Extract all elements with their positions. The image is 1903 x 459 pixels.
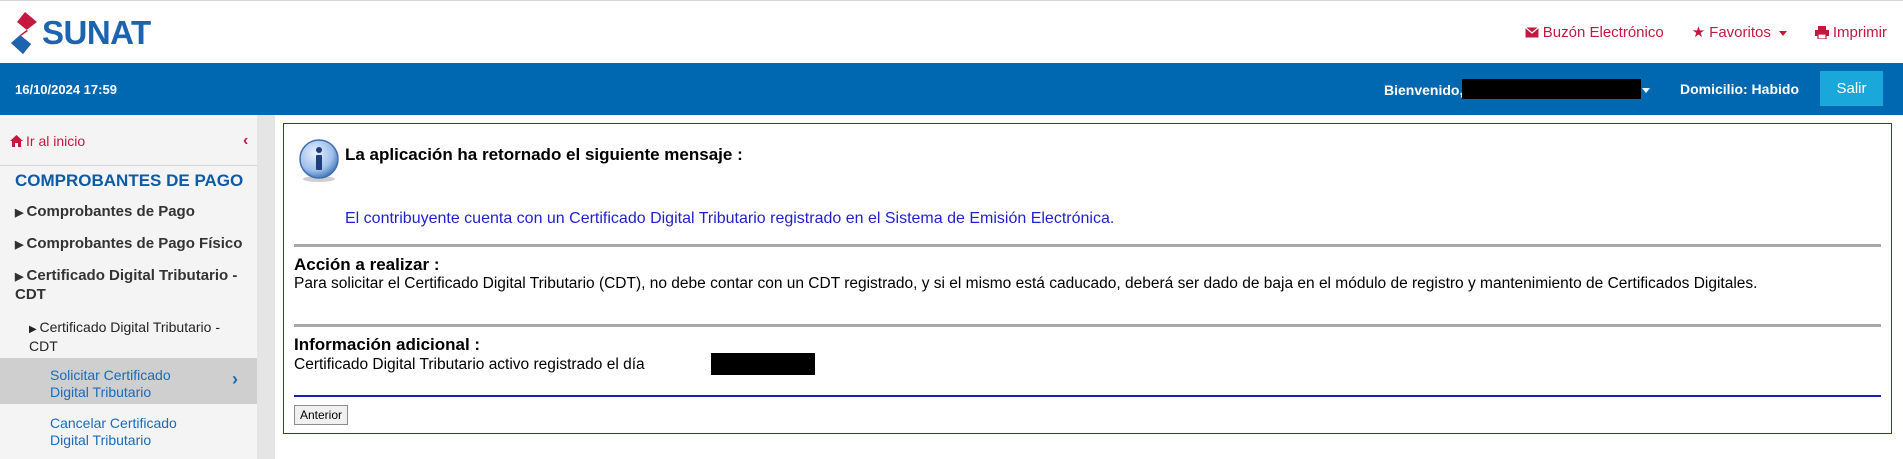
envelope-icon [1524,26,1539,37]
message-panel: La aplicación ha retornado el siguiente … [283,123,1892,434]
top-links: Buzón Electrónico ★ Favoritos Imprimir [1524,23,1887,41]
buzon-label: Buzón Electrónico [1542,23,1664,41]
redacted-username[interactable] [1462,79,1641,99]
divider [294,324,1881,327]
domicilio-status: Domicilio: Habido [1680,81,1799,97]
chevron-down-icon [1778,30,1787,36]
menu-item-comprobantes[interactable]: ▶ Comprobantes de Pago [15,203,245,222]
expand-arrow-icon: ▶ [15,239,27,251]
brand-name: SUNAT [42,14,151,51]
chevron-right-icon: › [232,369,238,389]
menu-item-label: Certificado Digital Tributario - CDT [15,267,238,303]
sunat-logo[interactable]: SUNAT [9,10,151,56]
menu-item-cdt[interactable]: ▶ Certificado Digital Tributario - CDT [15,267,245,304]
message-title: La aplicación ha retornado el siguiente … [345,145,743,164]
favoritos-link[interactable]: ★ Favoritos [1692,23,1787,41]
divider [294,244,1881,247]
home-label: Ir al inicio [26,133,86,149]
submenu-item-label: Certificado Digital Tributario - CDT [29,319,220,354]
sunat-logo-mark-icon [11,12,37,54]
printer-icon [1814,25,1829,39]
expand-arrow-icon: ▶ [15,271,27,283]
divider [0,165,257,166]
logout-button[interactable]: Salir [1820,71,1883,106]
session-datetime: 16/10/2024 17:59 [15,82,117,97]
action-text: Para solicitar el Certificado Digital Tr… [294,275,1758,292]
star-icon: ★ [1691,24,1706,41]
section-title: COMPROBANTES DE PAGO [15,171,244,190]
menu-item-label: Comprobantes de Pago [26,203,195,220]
imprimir-link[interactable]: Imprimir [1814,23,1887,41]
favoritos-label: Favoritos [1709,23,1771,41]
info-text: Certificado Digital Tributario activo re… [294,356,645,373]
home-link[interactable]: Ir al inicio [10,133,85,149]
submenu-item-cdt[interactable]: ▶ Certificado Digital Tributario - CDT [29,319,239,355]
menu-item-label: Comprobantes de Pago Físico [26,235,243,252]
info-label: Información adicional : [294,335,481,354]
buzon-link[interactable]: Buzón Electrónico [1524,23,1664,41]
imprimir-label: Imprimir [1832,23,1887,41]
session-bar: 16/10/2024 17:59 Bienvenido, Domicilio: … [0,63,1903,115]
home-icon [10,135,23,147]
anterior-button[interactable]: Anterior [294,405,349,425]
leaf-cancelar-cdt[interactable]: Cancelar Certificado Digital Tributario [50,415,200,449]
divider [294,395,1881,397]
user-dropdown-icon[interactable] [1642,88,1650,93]
info-icon [299,139,339,182]
expand-arrow-icon: ▶ [15,207,27,219]
sidebar: Ir al inicio ‹ COMPROBANTES DE PAGO ▶ Co… [0,115,257,459]
expand-arrow-icon: ▶ [29,324,40,335]
sidebar-gutter [257,115,275,459]
message-body: El contribuyente cuenta con un Certifica… [345,210,1115,227]
leaf-solicitar-cdt[interactable]: Solicitar Certificado Digital Tributario [50,367,200,401]
menu-item-comprobantes-fisico[interactable]: ▶ Comprobantes de Pago Físico [15,235,245,254]
collapse-sidebar-icon[interactable]: ‹ [243,132,248,150]
action-label: Acción a realizar : [294,255,440,274]
top-header: SUNAT Buzón Electrónico ★ Favoritos Impr… [0,0,1903,63]
redacted-date [711,353,815,375]
welcome-label: Bienvenido, [1384,82,1464,98]
